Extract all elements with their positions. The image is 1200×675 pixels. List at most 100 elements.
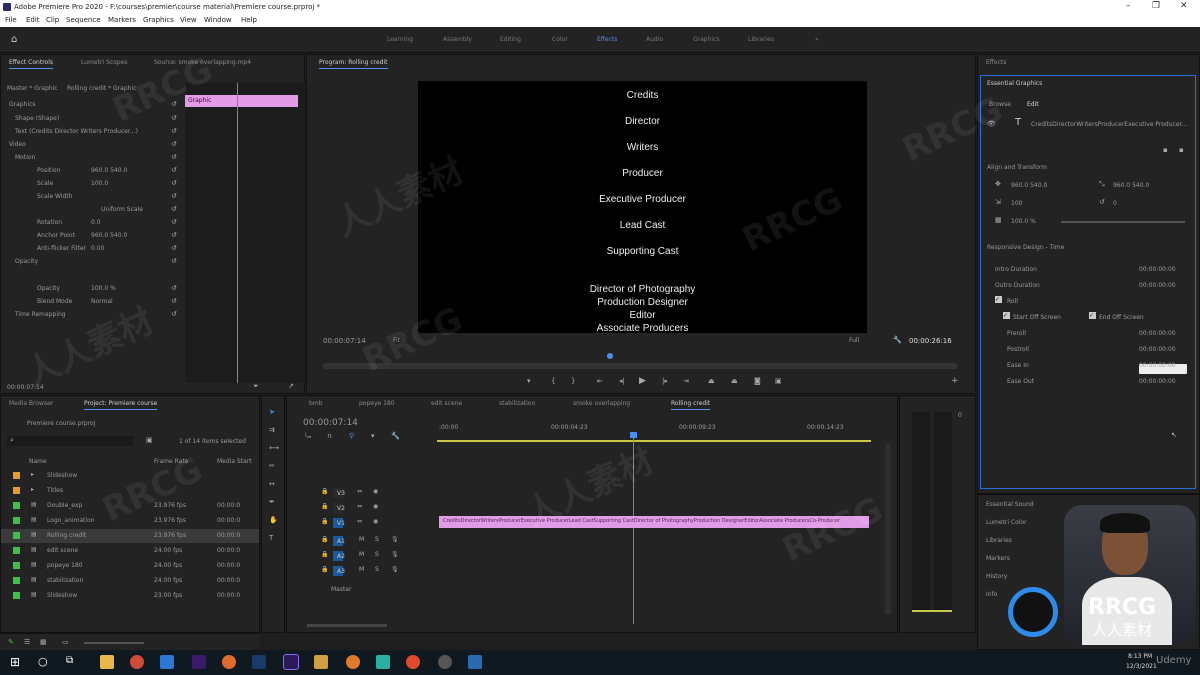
step-forward-icon[interactable]: |▸ [662, 377, 668, 385]
menu-help[interactable]: Help [241, 16, 257, 24]
responsive-row-value[interactable]: 00:00:00:00 [1139, 266, 1176, 273]
workspace-assembly[interactable]: Assembly [443, 36, 472, 43]
col-media-start[interactable]: Media Start [217, 458, 252, 465]
project-search-input[interactable]: ⌕ [7, 436, 133, 446]
effects-panel-tab[interactable]: Effects [986, 59, 1006, 66]
ripple-edit-icon[interactable]: ⟷ [269, 444, 279, 452]
app-icon-3[interactable] [438, 655, 452, 669]
project-item-name[interactable]: Slideshow [47, 472, 77, 479]
microphone-icon[interactable]: 🎙 [391, 536, 399, 543]
effect-property-value[interactable]: 0.00 [91, 245, 104, 252]
track-lock-icon[interactable]: 🔒 [321, 503, 328, 510]
task-view-icon[interactable]: ⧉ [66, 655, 80, 669]
program-playhead[interactable] [607, 353, 613, 359]
project-item-row[interactable]: ▤ edit scene 24.00 fps 00:00:0 [1, 544, 259, 558]
photoshop-icon[interactable] [252, 655, 266, 669]
label-color-swatch[interactable] [13, 577, 20, 584]
panel-list-item[interactable]: Essential Sound [986, 501, 1034, 508]
play-icon[interactable]: ▶ [639, 376, 646, 386]
clock-time[interactable]: 8:13 PM [1128, 653, 1152, 660]
workspace-editing[interactable]: Editing [500, 36, 521, 43]
panel-list-item[interactable]: History [986, 573, 1007, 580]
reset-icon[interactable]: ↺ [171, 166, 177, 174]
icon-view-icon[interactable]: ▦ [40, 638, 47, 646]
track-lock-icon[interactable]: 🔒 [321, 518, 328, 525]
label-color-swatch[interactable] [13, 547, 20, 554]
search-taskbar-icon[interactable]: ○ [38, 655, 52, 669]
project-item-name[interactable]: Titles [47, 487, 63, 494]
eye-icon[interactable]: ◉ [373, 503, 378, 510]
app-icon-1[interactable] [314, 655, 328, 669]
effect-property-value[interactable]: 100.0 % [91, 285, 116, 292]
export-icon[interactable]: ↗ [288, 382, 294, 390]
freeform-view-icon[interactable]: ▭ [62, 638, 69, 646]
workspace-libraries[interactable]: Libraries [748, 36, 774, 43]
filter-icon[interactable]: ⏷ [253, 382, 259, 391]
label-color-swatch[interactable] [13, 592, 20, 599]
chrome-icon[interactable] [130, 655, 144, 669]
premiere-taskbar-icon[interactable] [283, 654, 299, 670]
label-color-swatch[interactable] [13, 472, 20, 479]
tab-edit[interactable]: Edit [1027, 101, 1039, 108]
track-lock-icon[interactable]: 🔒 [321, 488, 328, 495]
time-ruler[interactable]: :00:00 00:00:04:23 00:00:09:23 00:00:14:… [437, 422, 877, 446]
new-layer-icon[interactable]: ▪ [1163, 146, 1168, 154]
project-item-name[interactable]: Rolling credit [47, 532, 86, 539]
eye-icon[interactable]: ◉ [373, 488, 378, 495]
snap-icon[interactable]: ∩ [327, 432, 332, 440]
add-button-icon[interactable]: + [951, 376, 959, 386]
list-view-icon[interactable]: ☰ [24, 638, 30, 646]
effect-property-value[interactable]: 0.0 [91, 219, 101, 226]
opacity-slider[interactable] [1061, 221, 1185, 223]
mute-icon[interactable]: M [359, 566, 364, 573]
responsive-row-value[interactable]: 00:00:00:00 [1139, 378, 1176, 385]
step-back-icon[interactable]: ◂| [619, 377, 625, 385]
program-scrubber[interactable] [323, 363, 958, 369]
after-effects-icon[interactable] [192, 655, 206, 669]
resolution-dropdown[interactable]: Full [849, 337, 859, 344]
eye-icon[interactable]: ◉ [373, 518, 378, 525]
track-lock-icon[interactable]: 🔒 [321, 551, 328, 558]
scale-value[interactable]: 100 [1011, 200, 1022, 207]
reset-icon[interactable]: ↺ [171, 205, 177, 213]
minimize-icon[interactable]: – [1126, 1, 1131, 11]
reset-icon[interactable]: ↺ [171, 153, 177, 161]
label-color-swatch[interactable] [13, 502, 20, 509]
menu-graphics[interactable]: Graphics [143, 16, 174, 24]
responsive-row-value[interactable]: 00:00:00:00 [1139, 362, 1176, 369]
col-name[interactable]: Name [29, 458, 47, 465]
sync-lock-icon[interactable]: ⇔ [357, 488, 362, 495]
firefox-icon[interactable] [406, 655, 420, 669]
menu-clip[interactable]: Clip [46, 16, 59, 24]
menu-view[interactable]: View [180, 16, 197, 24]
panel-list-item[interactable]: Markers [986, 555, 1010, 562]
project-item-name[interactable]: Logo_animation [47, 517, 95, 524]
track-lock-icon[interactable]: 🔒 [321, 566, 328, 573]
pencil-icon[interactable]: ✎ [8, 638, 14, 646]
solo-icon[interactable]: S [375, 536, 379, 543]
menu-sequence[interactable]: Sequence [66, 16, 101, 24]
workspace-effects[interactable]: Effects [597, 36, 617, 43]
reset-icon[interactable]: ↺ [171, 297, 177, 305]
project-item-name[interactable]: Slideshow [47, 592, 77, 599]
reset-icon[interactable]: ↺ [171, 192, 177, 200]
panel-list-item[interactable]: Libraries [986, 537, 1012, 544]
home-icon[interactable]: ⌂ [11, 34, 22, 45]
responsive-row-value[interactable]: 00:00:00:00 [1139, 346, 1176, 353]
extract-icon[interactable]: ⏏ [731, 377, 738, 385]
menu-markers[interactable]: Markers [108, 16, 136, 24]
text-layer-name[interactable]: CreditsDirectorWritersProducerExecutive … [1031, 121, 1191, 128]
opacity-value[interactable]: 100.0 % [1011, 218, 1036, 225]
tab-lumetri-scopes[interactable]: Lumetri Scopes [81, 59, 127, 66]
microphone-icon[interactable]: 🎙 [391, 551, 399, 558]
reset-icon[interactable]: ↺ [171, 114, 177, 122]
workspaces-more-icon[interactable]: » [815, 36, 819, 43]
app-icon-4[interactable] [468, 655, 482, 669]
reset-icon[interactable]: ↺ [171, 179, 177, 187]
rotation-value[interactable]: 0 [1113, 200, 1117, 207]
menu-file[interactable]: File [5, 16, 17, 24]
tab-effect-controls[interactable]: Effect Controls [9, 59, 53, 69]
workspace-learning[interactable]: Learning [387, 36, 413, 43]
solo-icon[interactable]: S [375, 551, 379, 558]
razor-tool-icon[interactable]: ✂ [269, 462, 275, 470]
